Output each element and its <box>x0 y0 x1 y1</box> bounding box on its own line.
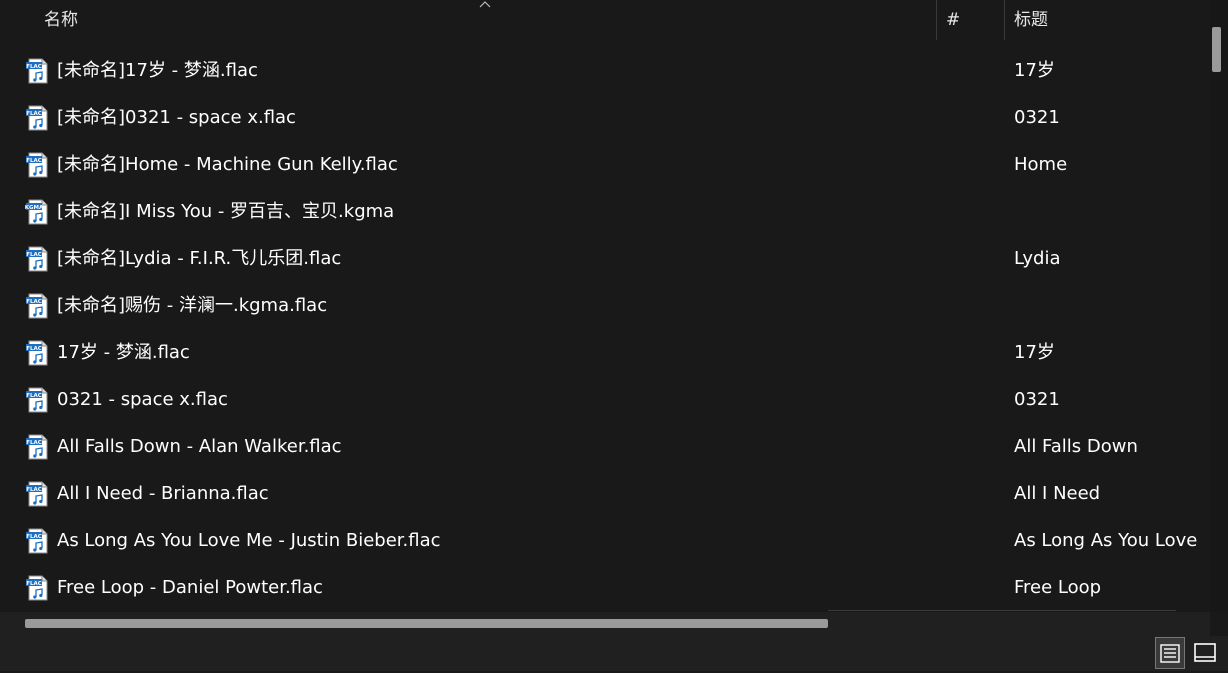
tiles-view-button[interactable] <box>1190 637 1220 669</box>
file-title: 17岁 <box>1014 60 1055 81</box>
sort-ascending-icon <box>479 1 491 8</box>
file-type-badge: FLAC <box>26 252 42 258</box>
file-title: 0321 <box>1014 107 1060 128</box>
column-header-name[interactable]: 名称 <box>44 0 78 40</box>
column-header-title[interactable]: 标题 <box>1014 0 1048 40</box>
file-type-badge: FLAC <box>26 581 42 587</box>
file-title: Home <box>1014 154 1068 175</box>
file-name: [未命名]0321 - space x.flac <box>57 107 296 128</box>
file-title: As Long As You Love Me <box>1014 530 1202 551</box>
flac-file-icon: FLAC <box>26 387 48 413</box>
flac-file-icon: FLAC <box>26 58 48 84</box>
file-type-badge: FLAC <box>26 64 42 70</box>
column-header-number[interactable]: # <box>946 0 960 40</box>
file-title: Free Loop <box>1014 577 1102 598</box>
column-divider[interactable] <box>936 0 937 40</box>
details-view-button[interactable] <box>1155 637 1185 669</box>
file-row[interactable]: FLAC [未命名]17岁 - 梦涵.flac 17岁 <box>0 47 1210 94</box>
file-title: All I Need <box>1014 483 1101 504</box>
file-row[interactable]: FLAC All I Need - Brianna.flac All I Need <box>0 470 1210 517</box>
file-name: All I Need - Brianna.flac <box>57 483 269 504</box>
file-title: All Falls Down <box>1014 436 1138 457</box>
file-title: Lydia <box>1014 248 1061 269</box>
file-name: [未命名]Home - Machine Gun Kelly.flac <box>57 154 398 175</box>
vertical-scrollbar[interactable] <box>1210 0 1228 612</box>
file-title: 0321 <box>1014 389 1060 410</box>
file-name: 0321 - space x.flac <box>57 389 228 410</box>
file-row[interactable]: KGMA [未命名]I Miss You - 罗百吉、宝贝.kgma <box>0 188 1210 235</box>
vertical-scrollbar-thumb[interactable] <box>1212 27 1221 72</box>
flac-file-icon: FLAC <box>26 152 48 178</box>
file-title <box>1014 188 1202 235</box>
column-divider[interactable] <box>1004 0 1005 40</box>
file-row[interactable]: FLAC As Long As You Love Me - Justin Bieb… <box>0 517 1210 564</box>
file-title <box>1014 282 1202 329</box>
file-type-badge: FLAC <box>26 299 42 305</box>
file-row[interactable]: FLAC [未命名]Home - Machine Gun Kelly.flac Ho… <box>0 141 1210 188</box>
flac-file-icon: FLAC <box>26 528 48 554</box>
column-header-bar: 名称 # 标题 <box>0 0 1210 40</box>
kgma-file-icon: KGMA <box>25 199 48 225</box>
file-name: [未命名]I Miss You - 罗百吉、宝贝.kgma <box>57 201 395 222</box>
file-name: Free Loop - Daniel Powter.flac <box>57 577 323 598</box>
file-type-badge: FLAC <box>26 487 42 493</box>
file-row[interactable]: FLAC Free Loop - Daniel Powter.flac Free L… <box>0 564 1210 611</box>
file-type-badge: FLAC <box>26 346 42 352</box>
file-name: All Falls Down - Alan Walker.flac <box>57 436 342 457</box>
file-row[interactable]: FLAC [未命名]Lydia - F.I.R.飞儿乐团.flac Lydia <box>0 235 1210 282</box>
file-name: [未命名]赐伤 - 洋澜一.kgma.flac <box>57 295 328 316</box>
file-row[interactable]: FLAC 0321 - space x.flac 0321 <box>0 376 1210 423</box>
file-list: FLAC [未命名]17岁 - 梦涵.flac 17岁 FLAC [未命名]0321 -… <box>0 47 1210 611</box>
flac-file-icon: FLAC <box>26 434 48 460</box>
status-bar <box>0 636 1228 671</box>
file-type-badge: FLAC <box>26 534 42 540</box>
file-type-badge: KGMA <box>25 205 44 211</box>
file-row[interactable]: FLAC All Falls Down - Alan Walker.flac All… <box>0 423 1210 470</box>
file-row[interactable]: FLAC 17岁 - 梦涵.flac 17岁 <box>0 329 1210 376</box>
flac-file-icon: FLAC <box>26 340 48 366</box>
file-type-badge: FLAC <box>26 440 42 446</box>
file-type-badge: FLAC <box>26 393 42 399</box>
file-row[interactable]: FLAC [未命名]0321 - space x.flac 0321 <box>0 94 1210 141</box>
file-name: [未命名]17岁 - 梦涵.flac <box>57 60 258 81</box>
file-name: 17岁 - 梦涵.flac <box>57 342 190 363</box>
file-type-badge: FLAC <box>26 158 42 164</box>
flac-file-icon: FLAC <box>26 575 48 601</box>
file-type-badge: FLAC <box>26 111 42 117</box>
horizontal-scrollbar-thumb[interactable] <box>25 619 828 628</box>
separator-line <box>828 610 1176 611</box>
tiles-view-icon <box>1194 643 1216 662</box>
file-row[interactable]: FLAC [未命名]赐伤 - 洋澜一.kgma.flac <box>0 282 1210 329</box>
flac-file-icon: FLAC <box>26 246 48 272</box>
file-title: 17岁 <box>1014 342 1055 363</box>
file-name: As Long As You Love Me - Justin Bieber.f… <box>57 530 441 551</box>
flac-file-icon: FLAC <box>26 481 48 507</box>
details-view-icon <box>1160 644 1180 663</box>
flac-file-icon: FLAC <box>26 105 48 131</box>
flac-file-icon: FLAC <box>26 293 48 319</box>
file-name: [未命名]Lydia - F.I.R.飞儿乐团.flac <box>57 248 342 269</box>
